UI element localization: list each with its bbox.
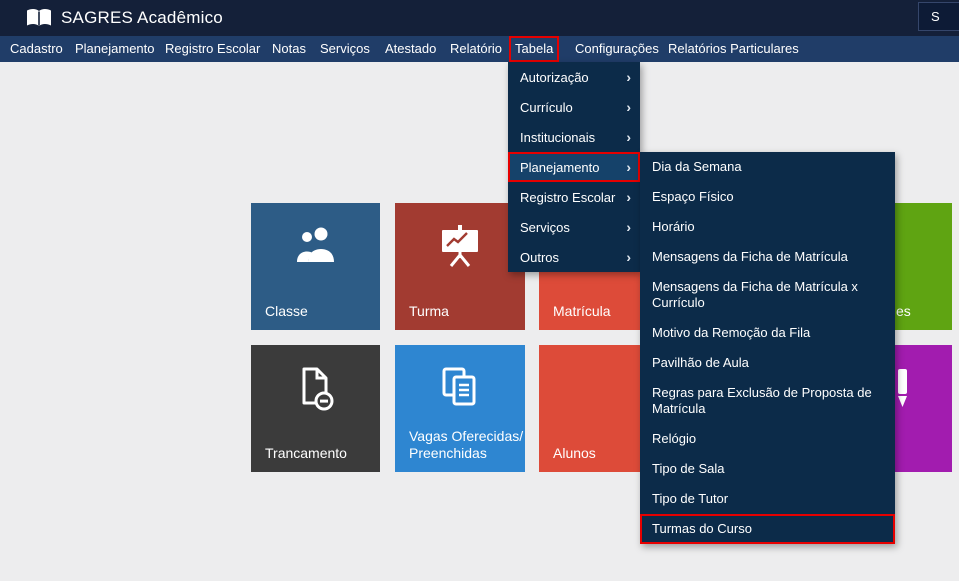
dropdown-item-registro-escolar[interactable]: Registro Escolar › [508,182,640,212]
sagres-app-window: SAGRES Acadêmico S Cadastro Planejamento… [0,0,959,581]
tile-vagas-oferecidas-preenchidas[interactable]: Vagas Oferecidas/ Preenchidas [395,345,525,472]
open-book-icon [26,8,52,29]
dropdown-item-curriculo[interactable]: Currículo › [508,92,640,122]
menu-item-relatorios-particulares[interactable]: Relatórios Particulares [662,36,805,62]
submenu-item-mensagens-ficha-matricula[interactable]: Mensagens da Ficha de Matrícula [640,242,895,272]
submenu-item-horario[interactable]: Horário [640,212,895,242]
submenu-item-tipo-de-sala[interactable]: Tipo de Sala [640,454,895,484]
document-minus-icon [251,367,380,411]
tile-label: Classe [265,303,308,320]
dropdown-item-label: Autorização [520,70,589,85]
dropdown-item-autorizacao[interactable]: Autorização › [508,62,640,92]
partial-top-right-button[interactable]: S [918,2,959,31]
chevron-right-icon: › [626,190,631,204]
menu-item-planejamento[interactable]: Planejamento [69,36,161,62]
dropdown-item-label: Planejamento [520,160,600,175]
dropdown-item-label: Institucionais [520,130,595,145]
dropdown-item-servicos[interactable]: Serviços › [508,212,640,242]
submenu-item-motivo-remocao-fila[interactable]: Motivo da Remoção da Fila [640,318,895,348]
submenu-item-tipo-de-tutor[interactable]: Tipo de Tutor [640,484,895,514]
chevron-right-icon: › [626,130,631,144]
chevron-right-icon: › [626,70,631,84]
tile-label: Matrícula [553,303,611,320]
topbar: SAGRES Acadêmico S [0,0,959,36]
planejamento-submenu: Dia da Semana Espaço Físico Horário Mens… [640,152,895,544]
tile-label: Turma [409,303,449,320]
dropdown-item-outros[interactable]: Outros › [508,242,640,272]
submenu-item-espaco-fisico[interactable]: Espaço Físico [640,182,895,212]
menu-item-registro-escolar[interactable]: Registro Escolar [159,36,266,62]
submenu-item-turmas-do-curso[interactable]: Turmas do Curso [640,514,895,544]
documents-copy-icon [395,367,525,407]
dropdown-item-label: Currículo [520,100,573,115]
tile-turma[interactable]: Turma [395,203,525,330]
tile-trancamento[interactable]: Trancamento [251,345,380,472]
menu-item-notas[interactable]: Notas [266,36,312,62]
dropdown-item-planejamento[interactable]: Planejamento › [508,152,640,182]
chevron-right-icon: › [626,160,631,174]
submenu-item-regras-exclusao-proposta-matricula[interactable]: Regras para Exclusão de Proposta de Matr… [640,378,895,424]
dropdown-item-institucionais[interactable]: Institucionais › [508,122,640,152]
dropdown-item-label: Registro Escolar [520,190,615,205]
submenu-item-relogio[interactable]: Relógio [640,424,895,454]
tile-label: Trancamento [265,445,347,462]
dropdown-item-label: Outros [520,250,559,265]
tile-classe[interactable]: Classe [251,203,380,330]
menu-item-atestado[interactable]: Atestado [379,36,442,62]
presentation-board-icon [395,225,525,267]
users-icon [251,225,380,265]
dropdown-item-label: Serviços [520,220,570,235]
menu-item-servicos[interactable]: Serviços [314,36,376,62]
menu-item-configuracoes[interactable]: Configurações [569,36,665,62]
chevron-right-icon: › [626,220,631,234]
submenu-item-dia-da-semana[interactable]: Dia da Semana [640,152,895,182]
tabela-dropdown: Autorização › Currículo › Institucionais… [508,62,640,272]
menu-item-tabela[interactable]: Tabela [509,36,559,62]
chevron-right-icon: › [626,250,631,264]
menu-item-relatorio[interactable]: Relatório [444,36,508,62]
submenu-item-pavilhao-de-aula[interactable]: Pavilhão de Aula [640,348,895,378]
chevron-right-icon: › [626,100,631,114]
tile-label: Alunos [553,445,596,462]
tile-label: Vagas Oferecidas/ Preenchidas [409,428,523,462]
menu-item-cadastro[interactable]: Cadastro [4,36,69,62]
app-title: SAGRES Acadêmico [61,8,223,28]
tile-label: es [896,303,911,320]
menubar: Cadastro Planejamento Registro Escolar N… [0,36,959,62]
submenu-item-mensagens-ficha-matricula-curriculo[interactable]: Mensagens da Ficha de Matrícula x Curríc… [640,272,895,318]
